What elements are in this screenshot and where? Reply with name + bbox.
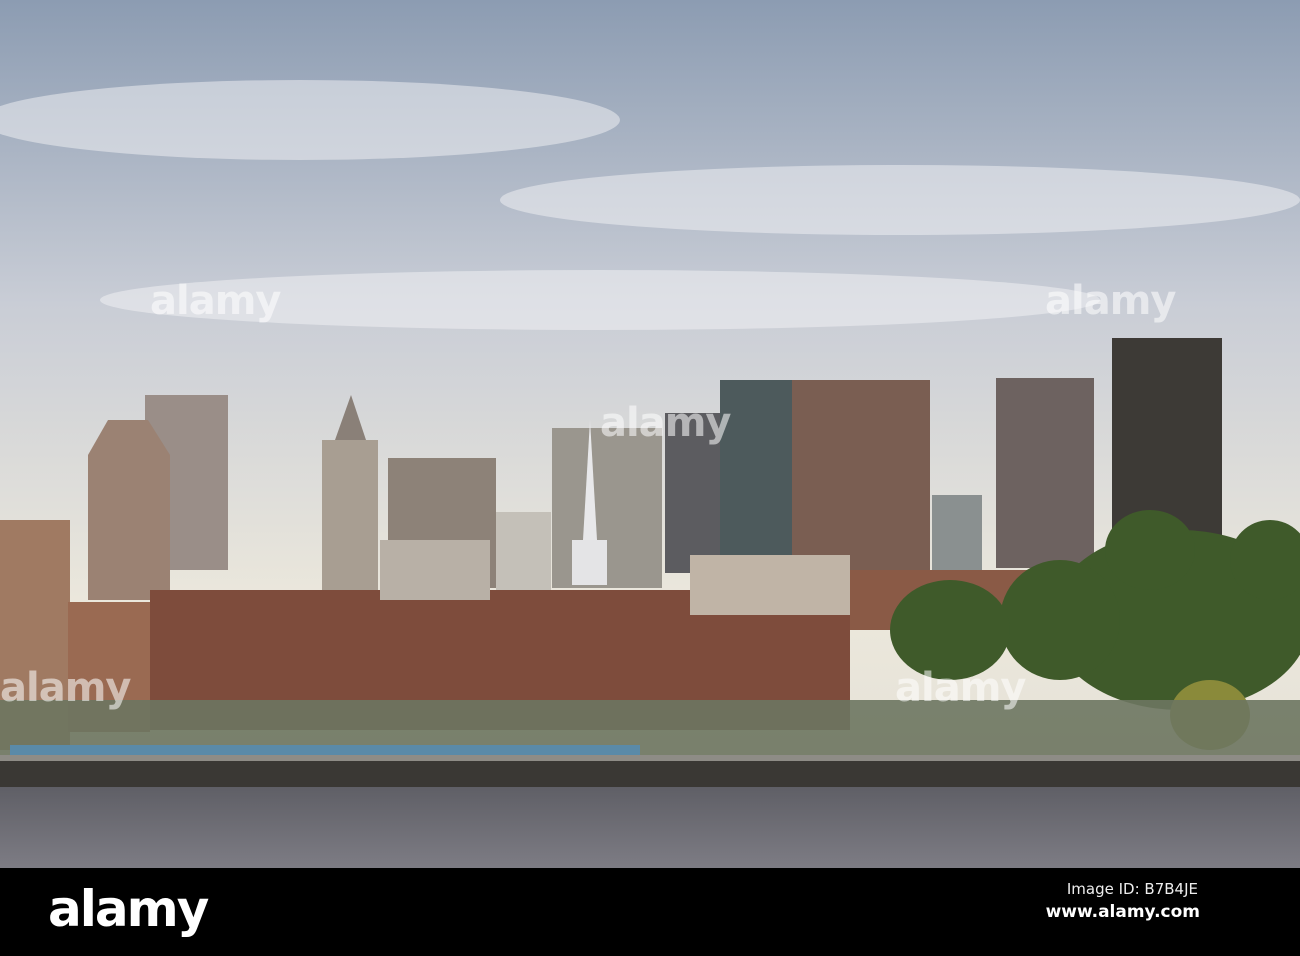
watermark: alamy bbox=[895, 665, 1026, 711]
stock-photo: alamy alamy alamy alamy alamy alamy Imag… bbox=[0, 0, 1300, 956]
watermark: alamy bbox=[0, 665, 131, 711]
water bbox=[0, 787, 1300, 868]
watermark: alamy bbox=[1045, 278, 1176, 324]
seawall-top bbox=[0, 755, 1300, 761]
alamy-logo: alamy bbox=[48, 880, 209, 938]
pool bbox=[10, 745, 640, 755]
seawall bbox=[0, 757, 1300, 787]
image-id: Image ID: B7B4JE bbox=[1066, 880, 1198, 898]
watermark: alamy bbox=[600, 400, 731, 446]
watermark: alamy bbox=[150, 278, 281, 324]
site-url: www.alamy.com bbox=[1045, 902, 1200, 922]
footer-bar: alamy Image ID: B7B4JE www.alamy.com bbox=[0, 868, 1300, 956]
